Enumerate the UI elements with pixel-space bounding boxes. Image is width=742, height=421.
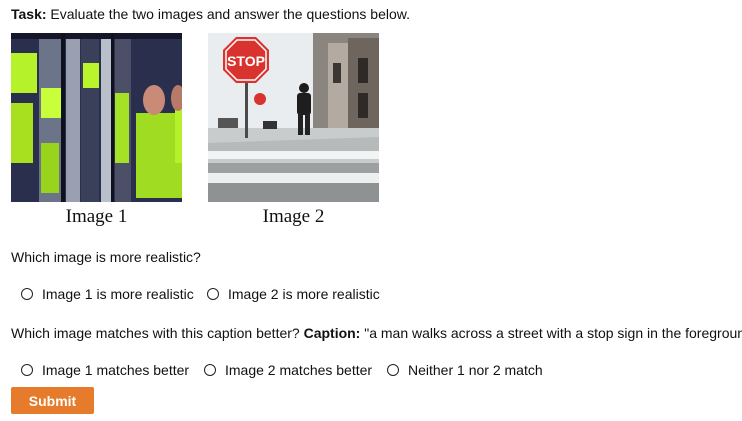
task-text: Evaluate the two images and answer the q…	[46, 6, 410, 22]
option-image-2-matches[interactable]: Image 2 matches better	[204, 362, 372, 378]
radio-button[interactable]	[21, 364, 33, 376]
radio-button[interactable]	[207, 288, 219, 300]
stop-sign-text: STOP	[227, 53, 265, 69]
caption-label: Caption:	[303, 325, 361, 341]
image-2-picture: STOP	[208, 33, 379, 202]
radio-button[interactable]	[21, 288, 33, 300]
option-label: Neither 1 nor 2 match	[408, 362, 543, 378]
option-label: Image 2 is more realistic	[228, 286, 380, 302]
image-2: STOP	[208, 33, 379, 202]
option-neither-matches[interactable]: Neither 1 nor 2 match	[387, 362, 543, 378]
question-2-prompt: Which image matches with this caption be…	[11, 325, 304, 341]
radio-button[interactable]	[204, 364, 216, 376]
image-1-picture	[11, 33, 182, 202]
image-1-caption: Image 1	[65, 206, 128, 227]
caption-text: "a man walks across a street with a stop…	[360, 325, 742, 341]
question-2-text: Which image matches with this caption be…	[11, 325, 742, 341]
submit-button[interactable]: Submit	[11, 387, 94, 414]
task-label: Task:	[11, 6, 47, 22]
option-label: Image 1 is more realistic	[42, 286, 194, 302]
option-label: Image 1 matches better	[42, 362, 190, 378]
option-image-1-matches[interactable]: Image 1 matches better	[21, 362, 189, 378]
image-1	[11, 33, 182, 202]
radio-button[interactable]	[387, 364, 399, 376]
question-1-text: Which image is more realistic?	[11, 249, 201, 265]
task-instruction: Task: Evaluate the two images and answer…	[11, 6, 410, 22]
image-2-caption: Image 2	[262, 206, 325, 227]
option-image-1-realistic[interactable]: Image 1 is more realistic	[21, 286, 194, 302]
option-label: Image 2 matches better	[225, 362, 373, 378]
option-image-2-realistic[interactable]: Image 2 is more realistic	[207, 286, 380, 302]
